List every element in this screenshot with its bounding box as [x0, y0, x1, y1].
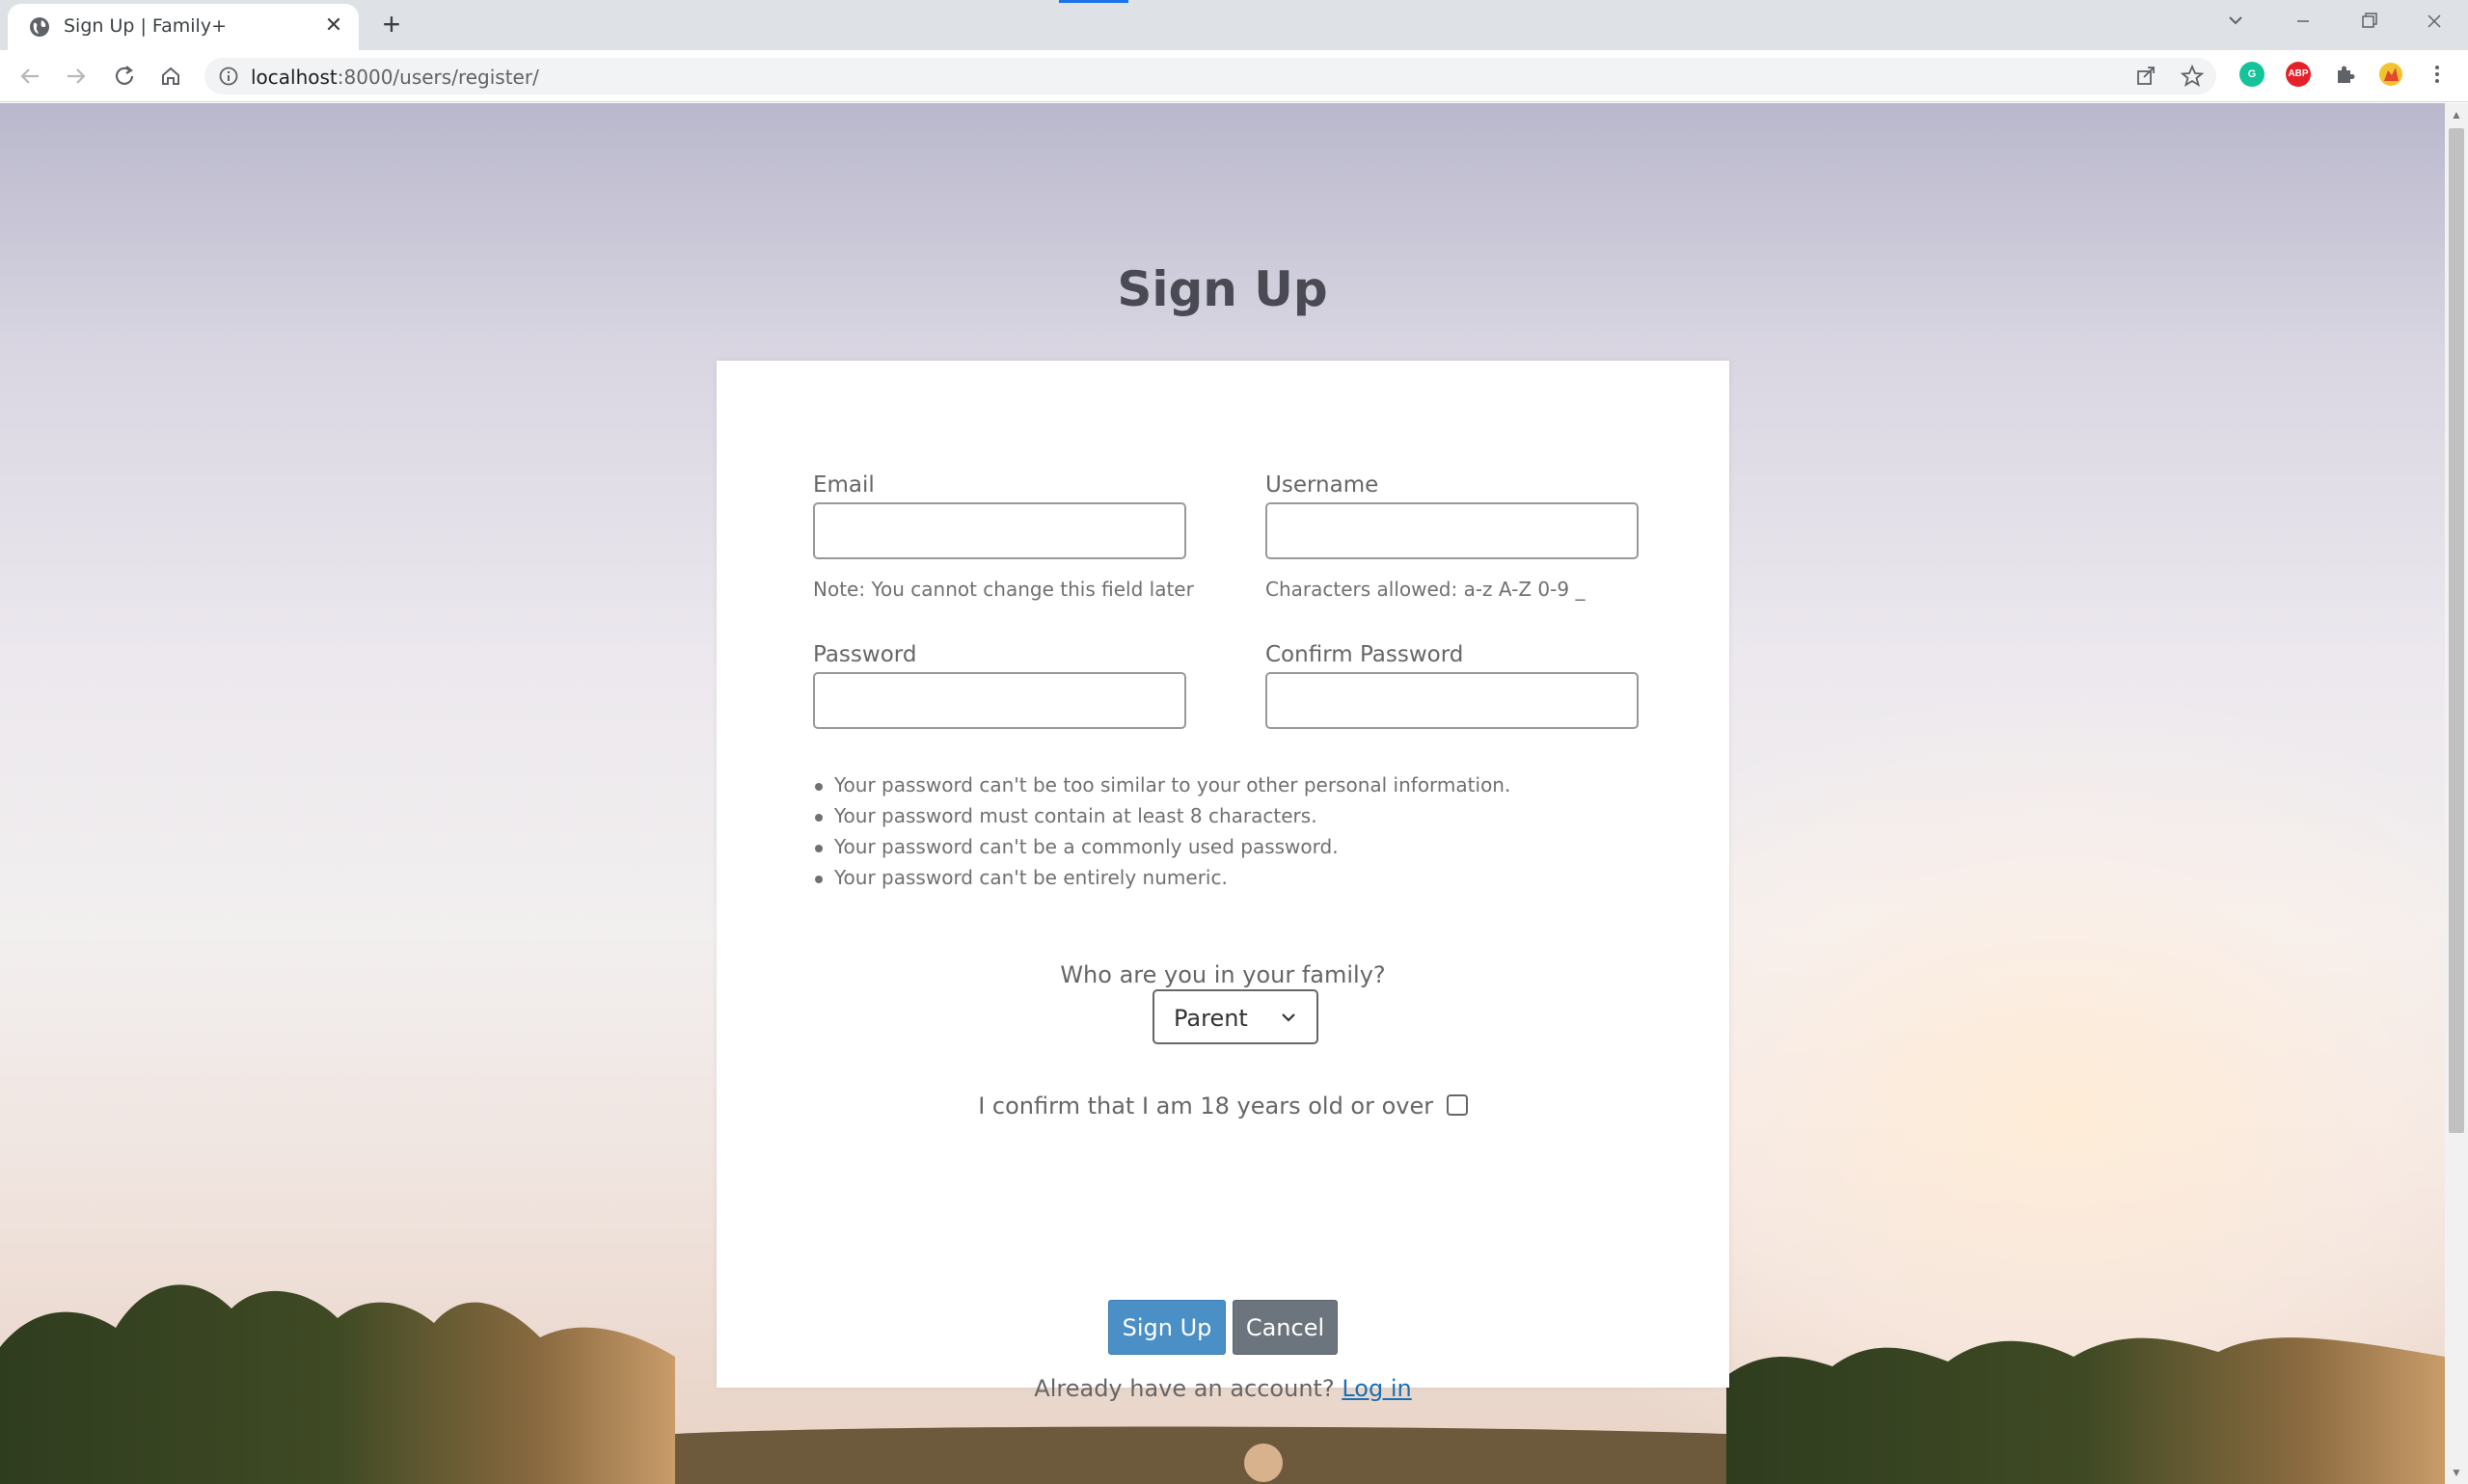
login-link[interactable]: Log in — [1342, 1375, 1411, 1402]
cancel-button[interactable]: Cancel — [1233, 1300, 1338, 1355]
scroll-up-arrow-icon[interactable]: ▲ — [2445, 105, 2468, 124]
tab-search-icon[interactable] — [2216, 8, 2255, 35]
close-window-icon[interactable] — [2415, 8, 2454, 35]
back-icon[interactable] — [15, 62, 44, 91]
chevron-down-icon — [1282, 1013, 1295, 1022]
grammarly-extension-icon[interactable]: G — [2239, 62, 2265, 87]
page-scrollbar[interactable]: ▲ ▼ — [2445, 103, 2468, 1484]
family-role-value: Parent — [1174, 1005, 1248, 1032]
password-rule: Your password can't be too similar to yo… — [813, 773, 1510, 804]
password-rule: Your password must contain at least 8 ch… — [813, 804, 1510, 835]
profile-avatar-icon[interactable] — [2378, 62, 2403, 87]
email-field[interactable] — [813, 502, 1186, 559]
password-label: Password — [813, 642, 917, 667]
adblock-label: ABP — [2288, 68, 2309, 79]
page-title: Sign Up — [1117, 260, 1328, 317]
grammarly-label: G — [2247, 68, 2257, 80]
email-label: Email — [813, 472, 875, 498]
reload-icon[interactable] — [110, 62, 139, 91]
confirm-password-label: Confirm Password — [1265, 642, 1464, 667]
family-role-select[interactable]: Parent — [1153, 989, 1318, 1044]
address-bar[interactable]: localhost:8000/users/register/ — [204, 58, 2216, 94]
forward-icon[interactable] — [62, 62, 91, 91]
tab-title: Sign Up | Family+ — [64, 15, 227, 37]
home-icon[interactable] — [156, 62, 185, 91]
url-path: :8000/users/register/ — [337, 66, 539, 89]
signup-button[interactable]: Sign Up — [1108, 1300, 1226, 1355]
family-role-label: Who are you in your family? — [1060, 961, 1386, 988]
globe-icon — [30, 17, 49, 37]
share-icon[interactable] — [2133, 64, 2158, 89]
url-host: localhost — [251, 66, 338, 89]
login-prompt-row: Already have an account? Log in — [717, 1375, 1729, 1402]
email-help-text: Note: You cannot change this field later — [813, 578, 1194, 601]
username-field[interactable] — [1265, 502, 1639, 559]
site-info-icon[interactable] — [218, 66, 239, 87]
adblock-extension-icon[interactable]: ABP — [2286, 62, 2311, 87]
confirm-password-field[interactable] — [1265, 672, 1639, 729]
new-tab-button[interactable]: + — [376, 9, 407, 40]
bookmark-star-icon[interactable] — [2180, 64, 2205, 89]
minimize-icon[interactable] — [2284, 8, 2322, 35]
browser-toolbar: localhost:8000/users/register/ — [0, 50, 2468, 102]
scroll-down-arrow-icon[interactable]: ▼ — [2445, 1463, 2468, 1482]
age-confirm-row: I confirm that I am 18 years old or over — [717, 1093, 1729, 1120]
login-prompt-text: Already have an account? — [1034, 1375, 1335, 1402]
restore-icon[interactable] — [2349, 8, 2388, 35]
password-rule: Your password can't be entirely numeric. — [813, 866, 1510, 897]
password-rule: Your password can't be a commonly used p… — [813, 835, 1510, 866]
browser-menu-icon[interactable] — [2425, 62, 2450, 87]
age-confirm-label: I confirm that I am 18 years old or over — [978, 1093, 1434, 1120]
browser-tab-bar: Sign Up | Family+ ✕ + — [0, 0, 2468, 50]
tab-close-icon[interactable]: ✕ — [322, 13, 345, 37]
extensions-puzzle-icon[interactable] — [2332, 62, 2357, 87]
tab-strip-accent — [1059, 0, 1128, 3]
page-viewport: Sign Up Email Note: You cannot change th… — [0, 103, 2445, 1484]
username-help-text: Characters allowed: a-z A-Z 0-9 _ — [1265, 578, 1586, 601]
scrollbar-thumb[interactable] — [2449, 128, 2464, 1133]
password-rules-list: Your password can't be too similar to yo… — [813, 773, 1510, 897]
signup-form-card: Email Note: You cannot change this field… — [717, 361, 1729, 1402]
password-field[interactable] — [813, 672, 1186, 729]
username-label: Username — [1265, 472, 1379, 498]
age-confirm-checkbox[interactable] — [1446, 1094, 1468, 1116]
browser-tab[interactable]: Sign Up | Family+ ✕ — [8, 4, 359, 50]
url-text[interactable]: localhost:8000/users/register/ — [251, 66, 539, 89]
